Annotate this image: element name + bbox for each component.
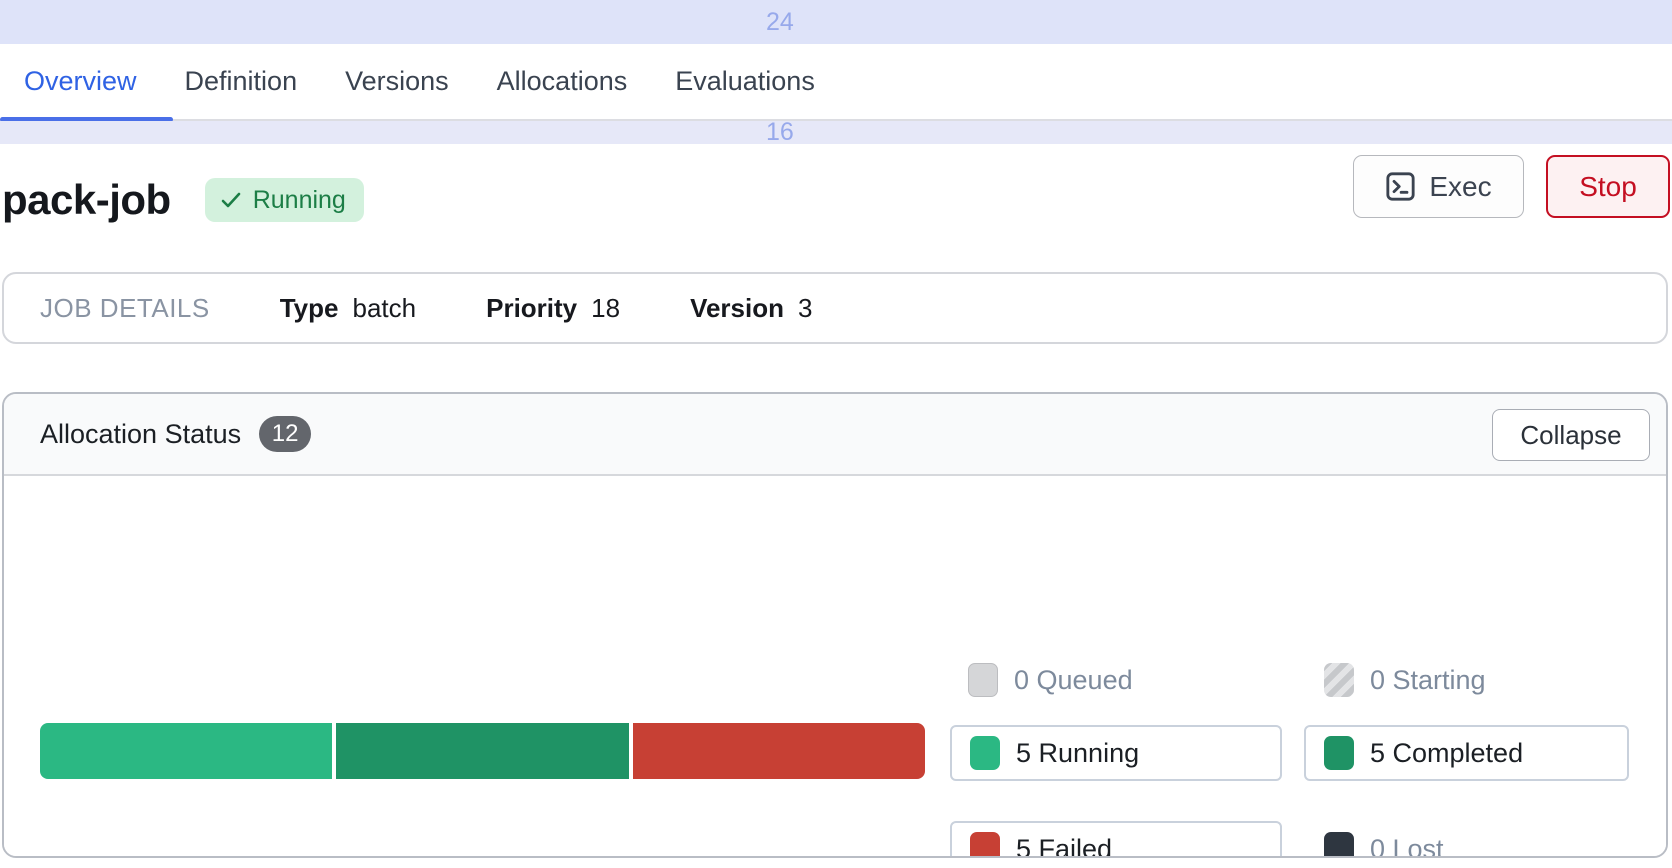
allocation-status-title: Allocation Status (40, 419, 241, 450)
legend-label-running: 5 Running (1016, 738, 1139, 769)
stop-button-label: Stop (1579, 171, 1637, 203)
tab-definition[interactable]: Definition (161, 44, 322, 119)
legend-item-completed[interactable]: 5 Completed (1304, 725, 1629, 781)
allocation-stacked-bar (40, 723, 925, 779)
exec-button-label: Exec (1429, 171, 1491, 203)
lost-swatch-icon (1324, 832, 1354, 858)
legend-label-starting: 0 Starting (1370, 665, 1486, 696)
job-type-label: Type (280, 293, 339, 324)
starting-swatch-icon (1324, 663, 1354, 697)
job-tabbar: Overview Definition Versions Allocations… (0, 44, 1672, 121)
terminal-icon (1385, 171, 1416, 202)
bar-segment-running[interactable] (40, 723, 332, 779)
legend-item-starting: 0 Starting (1324, 663, 1486, 697)
job-details-heading: JOB DETAILS (40, 293, 210, 324)
legend-label-failed: 5 Failed (1016, 834, 1112, 859)
tab-evaluations[interactable]: Evaluations (651, 44, 839, 119)
failed-swatch-icon (970, 832, 1000, 858)
job-priority-label: Priority (486, 293, 577, 324)
exec-button[interactable]: Exec (1353, 155, 1524, 218)
spacer-bar-mid: 16 (0, 121, 1672, 144)
tab-versions[interactable]: Versions (321, 44, 473, 119)
bar-segment-failed[interactable] (633, 723, 925, 779)
legend-label-lost: 0 Lost (1370, 834, 1444, 859)
spacer-size-label: 16 (766, 118, 794, 147)
job-version-value: 3 (798, 293, 812, 324)
completed-swatch-icon (1324, 736, 1354, 770)
job-details-panel: JOB DETAILS Type batch Priority 18 Versi… (2, 272, 1668, 344)
running-swatch-icon (970, 736, 1000, 770)
job-priority-value: 18 (591, 293, 620, 324)
collapse-button[interactable]: Collapse (1492, 409, 1650, 461)
queued-swatch-icon (968, 663, 998, 697)
legend-label-queued: 0 Queued (1014, 665, 1133, 696)
page-title: pack-job (2, 176, 171, 224)
spacer-size-label: 24 (766, 8, 794, 37)
legend-item-queued: 0 Queued (968, 663, 1133, 697)
collapse-button-label: Collapse (1520, 420, 1621, 451)
legend-item-lost: 0 Lost (1324, 832, 1444, 858)
status-badge: Running (205, 178, 364, 222)
legend-item-running[interactable]: 5 Running (950, 725, 1282, 781)
job-type-value: batch (353, 293, 417, 324)
legend-item-failed[interactable]: 5 Failed (950, 821, 1282, 858)
allocation-status-body: 0 Queued 0 Starting 5 Running 5 Complete… (4, 476, 1666, 858)
check-icon (219, 188, 243, 212)
allocation-count-badge: 12 (259, 416, 311, 452)
allocation-status-panel: Allocation Status 12 Collapse 0 Queued 0… (2, 392, 1668, 858)
job-overview-page: 24 Overview Definition Versions Allocati… (0, 0, 1672, 868)
stop-button[interactable]: Stop (1546, 155, 1670, 218)
bar-segment-completed[interactable] (336, 723, 628, 779)
job-version-label: Version (690, 293, 784, 324)
spacer-bar-top: 24 (0, 0, 1672, 44)
legend-label-completed: 5 Completed (1370, 738, 1523, 769)
allocation-status-header: Allocation Status 12 Collapse (4, 394, 1666, 476)
tab-overview[interactable]: Overview (0, 44, 161, 119)
tab-allocations[interactable]: Allocations (473, 44, 652, 119)
status-badge-label: Running (253, 186, 346, 215)
